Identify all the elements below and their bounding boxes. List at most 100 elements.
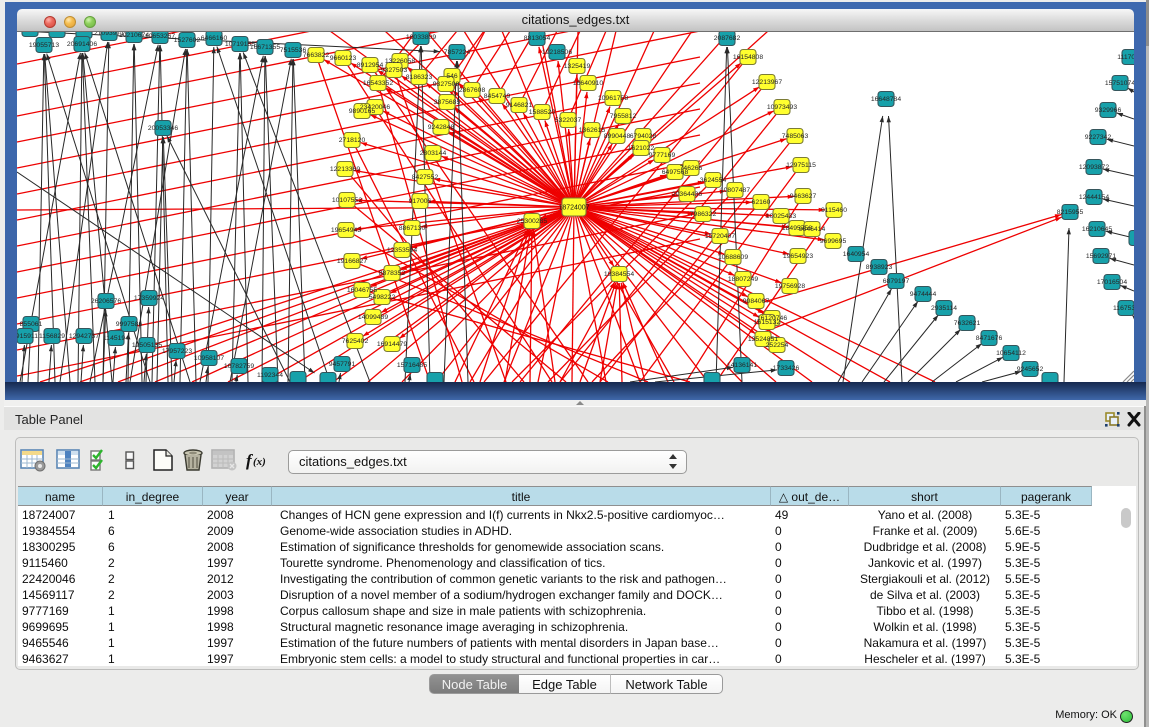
svg-text:14099489: 14099489 — [358, 314, 388, 321]
svg-text:9084067: 9084067 — [743, 298, 770, 305]
svg-text:20691406: 20691406 — [67, 41, 97, 48]
svg-text:9146821: 9146821 — [506, 102, 533, 109]
svg-text:1615132: 1615132 — [754, 319, 781, 326]
svg-text:19384554: 19384554 — [604, 271, 634, 278]
svg-text:8186323: 8186323 — [406, 74, 433, 81]
svg-text:7857224: 7857224 — [444, 49, 471, 56]
svg-text:15716485: 15716485 — [397, 362, 427, 369]
svg-text:3915911: 3915911 — [17, 333, 38, 340]
svg-text:2867608: 2867608 — [459, 87, 486, 94]
svg-text:7485063: 7485063 — [782, 133, 809, 140]
svg-text:9474444: 9474444 — [910, 291, 937, 298]
svg-text:546: 546 — [446, 73, 458, 80]
svg-text:10654112: 10654112 — [996, 350, 1026, 357]
svg-text:9327503: 9327503 — [381, 67, 408, 74]
svg-text:10807487: 10807487 — [720, 187, 750, 194]
svg-text:12353594: 12353594 — [387, 247, 417, 254]
svg-text:19654943: 19654943 — [331, 227, 361, 234]
svg-text:10653267: 10653267 — [145, 33, 175, 40]
svg-text:8912954: 8912954 — [357, 62, 384, 69]
svg-text:2087682: 2087682 — [714, 35, 741, 42]
svg-text:8878352: 8878352 — [379, 270, 406, 277]
svg-text:1588520: 1588520 — [529, 109, 556, 116]
svg-text:1362615: 1362615 — [579, 127, 606, 134]
svg-text:1156829: 1156829 — [39, 333, 65, 340]
svg-text:6466160: 6466160 — [201, 35, 228, 42]
svg-text:19166827: 19166827 — [337, 258, 367, 265]
svg-text:12093872: 12093872 — [1079, 164, 1109, 171]
svg-text:746266: 746266 — [680, 165, 703, 172]
svg-text:9463627: 9463627 — [790, 193, 817, 200]
svg-text:17957223: 17957223 — [162, 348, 192, 355]
svg-text:26206576: 26206576 — [91, 298, 121, 305]
svg-text:25300285: 25300285 — [517, 218, 547, 225]
svg-text:8427552: 8427552 — [412, 174, 439, 181]
svg-text:9457791: 9457791 — [329, 361, 356, 368]
svg-text:9777169: 9777169 — [649, 152, 676, 159]
svg-text:1527602: 1527602 — [174, 37, 201, 44]
svg-text:9997586: 9997586 — [116, 321, 143, 328]
svg-text:15692971: 15692971 — [1086, 253, 1116, 260]
svg-text:15720407: 15720407 — [705, 233, 735, 240]
svg-text:8471676: 8471676 — [976, 335, 1003, 342]
svg-text:9327508: 9327508 — [433, 81, 460, 88]
svg-text:16640910: 16640910 — [573, 80, 603, 87]
svg-text:1621022: 1621022 — [628, 145, 655, 152]
svg-text:16648784: 16648784 — [871, 96, 901, 103]
svg-text:8938923: 8938923 — [866, 264, 893, 271]
svg-text:2718120: 2718120 — [339, 137, 366, 144]
svg-text:19218506: 19218506 — [542, 49, 572, 56]
svg-text:8990448: 8990448 — [604, 133, 631, 140]
svg-text:9660123: 9660123 — [330, 55, 357, 62]
svg-text:9227342: 9227342 — [1085, 134, 1112, 141]
svg-text:12505135: 12505135 — [132, 342, 162, 349]
svg-text:7986322: 7986322 — [690, 211, 717, 218]
svg-text:8813054: 8813054 — [524, 35, 551, 42]
svg-text:7955812: 7955812 — [610, 113, 637, 120]
svg-text:12975115: 12975115 — [786, 162, 816, 169]
svg-text:10961758: 10961758 — [598, 95, 628, 102]
svg-text:5322037: 5322037 — [555, 117, 582, 124]
svg-text:1145194: 1145194 — [103, 335, 129, 342]
svg-text:14136141: 14136141 — [727, 362, 757, 369]
svg-text:9242848: 9242848 — [428, 124, 455, 131]
svg-text:62160: 62160 — [752, 199, 771, 206]
svg-text:12942737: 12942737 — [69, 333, 99, 340]
svg-text:855061: 855061 — [20, 321, 43, 328]
svg-text:20364436: 20364436 — [672, 191, 702, 198]
svg-text:8867130: 8867130 — [399, 225, 426, 232]
svg-text:16033809: 16033809 — [406, 34, 436, 41]
svg-text:6794028: 6794028 — [630, 133, 657, 140]
svg-text:7632621: 7632621 — [954, 320, 981, 327]
svg-text:8215955: 8215955 — [1057, 209, 1084, 216]
svg-text:10688609: 10688609 — [718, 254, 748, 261]
svg-text:16210645: 16210645 — [1082, 226, 1112, 233]
svg-text:9245652: 9245652 — [1017, 366, 1044, 373]
svg-text:3875685: 3875685 — [434, 99, 461, 106]
svg-text:17016504: 17016504 — [1097, 279, 1127, 286]
svg-text:2803144: 2803144 — [420, 150, 447, 157]
svg-text:16046755: 16046755 — [347, 287, 377, 294]
svg-text:16914479: 16914479 — [377, 341, 407, 348]
svg-text:6879197: 6879197 — [883, 278, 910, 285]
svg-text:1640954: 1640954 — [843, 251, 870, 258]
svg-text:252254: 252254 — [766, 342, 789, 349]
svg-text:1325419: 1325419 — [564, 63, 591, 70]
svg-text:3624554: 3624554 — [700, 177, 727, 184]
svg-text:16671355: 16671355 — [250, 44, 280, 51]
svg-text:16782759: 16782759 — [224, 363, 254, 370]
svg-text:19756928: 19756928 — [775, 283, 805, 290]
svg-text:9890165: 9890165 — [349, 108, 376, 115]
svg-text:9329966: 9329966 — [1095, 107, 1122, 114]
svg-text:1117054: 1117054 — [1117, 54, 1134, 61]
svg-text:(x): (x) — [253, 456, 266, 468]
svg-text:17359924: 17359924 — [134, 295, 164, 302]
svg-text:917006: 917006 — [409, 198, 432, 205]
svg-text:9699695: 9699695 — [820, 238, 847, 245]
svg-text:10025433: 10025433 — [766, 213, 796, 220]
svg-text:9115460: 9115460 — [821, 207, 847, 214]
svg-text:10107552: 10107552 — [332, 197, 362, 204]
svg-text:18724007: 18724007 — [558, 205, 589, 212]
svg-text:15751074: 15751074 — [1105, 80, 1134, 87]
svg-text:12444154: 12444154 — [1079, 194, 1109, 201]
